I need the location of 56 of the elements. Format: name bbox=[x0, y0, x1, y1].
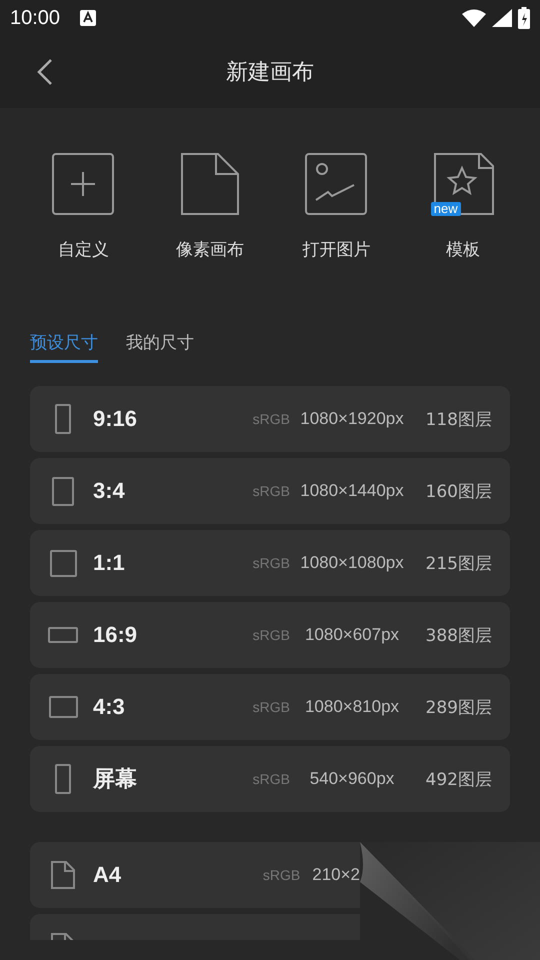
color-space: sRGB bbox=[252, 555, 290, 571]
wifi-icon bbox=[462, 9, 486, 27]
dimensions: 1080×1080px bbox=[299, 553, 405, 573]
dimensions: 210×2 bbox=[311, 865, 360, 885]
accessibility-icon bbox=[80, 10, 96, 26]
new-badge: new bbox=[430, 202, 461, 216]
color-space: sRGB bbox=[252, 411, 290, 427]
dimensions: 540×960px bbox=[308, 769, 396, 789]
color-space: sRGB bbox=[252, 483, 290, 499]
dimensions: 1080×1440px bbox=[299, 481, 405, 501]
create-option[interactable]: 打开图片 bbox=[273, 152, 400, 261]
dimensions: 1080×1920px bbox=[299, 409, 405, 429]
dimensions: 1080×607px bbox=[304, 625, 400, 645]
color-space: sRGB bbox=[252, 627, 290, 643]
color-space: sRGB bbox=[252, 699, 290, 715]
add-icon bbox=[51, 152, 116, 216]
size-preset-row[interactable]: A4 sRGB 210×2 bbox=[30, 842, 360, 908]
size-preset-row[interactable]: 1:1 sRGB 1080×1080px 215图层 bbox=[30, 530, 510, 596]
size-preset-row[interactable]: 9:16 sRGB 1080×1920px 118图层 bbox=[30, 386, 510, 452]
preset-name: 3:4 bbox=[93, 478, 125, 504]
square-icon bbox=[50, 550, 76, 576]
preset-name: 1:1 bbox=[93, 550, 125, 576]
preset-name: 屏幕 bbox=[93, 765, 137, 793]
color-space: sRGB bbox=[252, 771, 290, 787]
landscape-icon bbox=[48, 696, 78, 718]
tab[interactable]: 我的尺寸 bbox=[126, 327, 194, 363]
page-icon bbox=[51, 861, 75, 889]
color-space: sRGB bbox=[262, 867, 300, 883]
layer-count: 388图层 bbox=[424, 624, 492, 646]
dimensions: 1080×810px bbox=[304, 697, 400, 717]
create-option[interactable]: 像素画布 bbox=[146, 152, 273, 261]
page-title: 新建画布 bbox=[226, 59, 314, 87]
battery-icon bbox=[518, 7, 530, 29]
status-time: 10:00 bbox=[10, 6, 60, 30]
layer-count: 215图层 bbox=[424, 552, 492, 574]
create-option[interactable]: new 模板 bbox=[400, 152, 526, 261]
create-option[interactable]: 自定义 bbox=[20, 152, 146, 261]
signal-icon bbox=[492, 9, 512, 27]
layer-count: 492图层 bbox=[424, 768, 492, 790]
preset-name: 4:3 bbox=[93, 694, 125, 720]
size-preset-row[interactable]: 屏幕 sRGB 540×960px 492图层 bbox=[30, 746, 510, 812]
layer-count: 160图层 bbox=[424, 480, 492, 502]
preset-name: 16:9 bbox=[93, 622, 138, 648]
image-icon bbox=[304, 152, 368, 216]
preset-name: 9:16 bbox=[93, 406, 138, 432]
portrait-icon bbox=[55, 764, 71, 794]
size-preset-row[interactable]: 16:9 sRGB 1080×607px 388图层 bbox=[30, 602, 510, 668]
portrait-icon bbox=[55, 404, 71, 434]
tab[interactable]: 预设尺寸 bbox=[30, 327, 98, 363]
landscape-icon bbox=[48, 627, 78, 643]
size-preset-row[interactable]: 3:4 sRGB 1080×1440px 160图层 bbox=[30, 458, 510, 524]
layer-count: 289图层 bbox=[424, 696, 492, 718]
portrait-icon bbox=[52, 476, 74, 506]
size-preset-row[interactable]: 4:3 sRGB 1080×810px 289图层 bbox=[30, 674, 510, 740]
preset-name: A4 bbox=[93, 862, 122, 888]
layer-count: 118图层 bbox=[424, 408, 492, 430]
